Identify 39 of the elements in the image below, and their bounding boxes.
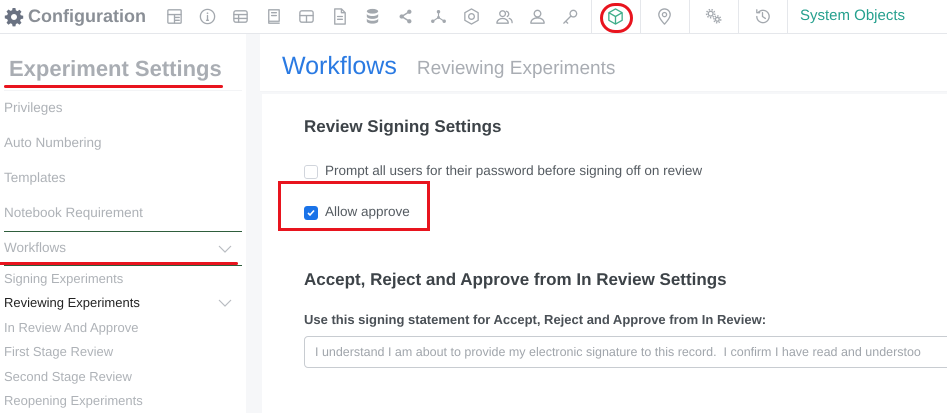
- table-icon[interactable]: [296, 7, 316, 26]
- sidebar-item[interactable]: Reopening Experiments: [4, 388, 242, 413]
- cube-icon[interactable]: [606, 7, 626, 26]
- checkbox[interactable]: [304, 164, 318, 178]
- hexagon-icon[interactable]: [462, 7, 481, 26]
- sidebar-item[interactable]: In Review And Approve: [4, 315, 242, 340]
- system-objects-link[interactable]: System Objects: [800, 5, 906, 28]
- users-icon[interactable]: [494, 7, 514, 26]
- table-icon[interactable]: [230, 7, 250, 26]
- layout-icon[interactable]: [164, 7, 184, 26]
- sidebar-item[interactable]: Workflows: [4, 231, 242, 266]
- checkbox[interactable]: [304, 206, 318, 220]
- statement-field[interactable]: I understand I am about to provide my electronic signature to this record. I confirm I have read and understoo: [304, 336, 947, 368]
- sidebar-item[interactable]: Templates: [4, 161, 242, 196]
- network-icon[interactable]: [428, 7, 448, 26]
- app-title: Configuration: [28, 5, 146, 28]
- sidebar-item[interactable]: Second Stage Review: [4, 364, 242, 388]
- sidebar-item[interactable]: Privileges: [4, 91, 242, 126]
- page-title: Workflows: [282, 51, 397, 82]
- checkbox-label: Allow approve: [325, 203, 410, 222]
- chevron-icon[interactable]: [218, 244, 232, 254]
- chevron-icon[interactable]: [218, 298, 232, 308]
- field-label: Use this signing statement for Accept, Reject and Approve from In Review:: [304, 311, 768, 329]
- key-icon[interactable]: [560, 7, 580, 26]
- checkbox-label: Prompt all users for their password before signing off on review: [325, 162, 702, 180]
- info-icon[interactable]: [198, 7, 217, 26]
- section-title: Review Signing Settings: [304, 116, 502, 138]
- page-subtitle: Reviewing Experiments: [416, 57, 616, 81]
- sidebar-title: Experiment Settings: [4, 52, 227, 85]
- history-icon[interactable]: [753, 7, 772, 26]
- section-title: Accept, Reject and Approve from In Review Settings: [304, 268, 728, 291]
- gear-icon: [4, 6, 24, 26]
- gears-icon[interactable]: [704, 7, 724, 26]
- sidebar-item[interactable]: Auto Numbering: [4, 126, 242, 161]
- sidebar-item[interactable]: Signing Experiments: [4, 266, 242, 290]
- user-icon[interactable]: [528, 7, 547, 26]
- check-icon: [306, 208, 316, 218]
- sidebar-item[interactable]: First Stage Review: [4, 340, 242, 364]
- sidebar-item[interactable]: Notebook Requirement: [4, 196, 242, 231]
